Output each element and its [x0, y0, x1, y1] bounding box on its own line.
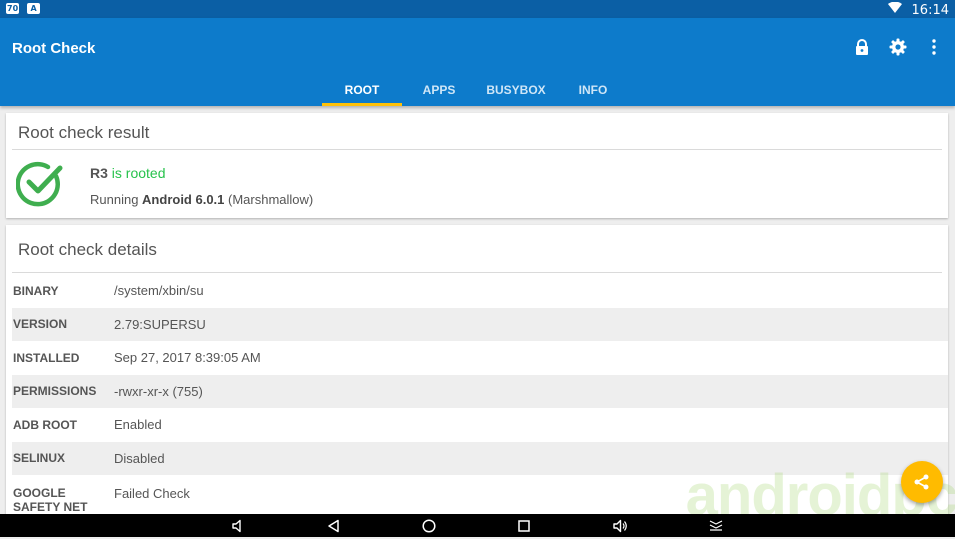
- android-version: Android 6.0.1: [142, 192, 225, 207]
- tab-indicator: [322, 103, 402, 106]
- row-key: GOOGLE SAFETY NET: [13, 486, 88, 514]
- result-card-title: Root check result: [18, 123, 150, 142]
- version-name: (Marshmallow): [224, 192, 314, 207]
- volume-up-icon[interactable]: [612, 518, 628, 534]
- status-bar: 70 A 16:14: [0, 0, 955, 18]
- running-prefix: Running: [90, 192, 143, 207]
- row-key: SELINUX: [13, 451, 66, 466]
- tab-apps[interactable]: APPS: [409, 74, 469, 106]
- row-key: VERSION: [13, 317, 68, 332]
- back-icon[interactable]: [326, 518, 342, 534]
- recents-icon[interactable]: [516, 518, 532, 534]
- expand-icon[interactable]: [708, 518, 724, 534]
- root-status-line: R3 is rooted: [90, 165, 166, 181]
- tab-info[interactable]: INFO: [565, 74, 621, 106]
- lock-icon[interactable]: [853, 38, 871, 56]
- row-value: 2.79:SUPERSU: [114, 316, 206, 332]
- table-row: BINARY /system/xbin/su: [12, 274, 948, 308]
- root-status: is rooted: [111, 165, 166, 181]
- row-value: Sep 27, 2017 8:39:05 AM: [114, 350, 261, 366]
- table-row: PERMISSIONS -rwxr-xr-x (755): [12, 374, 948, 408]
- row-value: /system/xbin/su: [114, 283, 204, 299]
- status-time: 16:14: [911, 2, 949, 18]
- navigation-bar: [0, 514, 955, 537]
- app-bar: Root Check ROOT APPS BUSYBOX INFO: [0, 18, 955, 106]
- divider: [12, 272, 942, 273]
- home-icon[interactable]: [421, 518, 437, 534]
- details-card-title: Root check details: [18, 240, 157, 259]
- table-row: INSTALLED Sep 27, 2017 8:39:05 AM: [12, 341, 948, 375]
- settings-icon[interactable]: [889, 38, 907, 56]
- volume-down-icon[interactable]: [230, 518, 246, 534]
- row-key: ADB ROOT: [13, 417, 77, 432]
- tab-root[interactable]: ROOT: [322, 74, 402, 106]
- share-icon: [914, 474, 929, 490]
- tab-busybox[interactable]: BUSYBOX: [478, 74, 554, 106]
- row-value: Enabled: [114, 417, 162, 433]
- tab-bar: ROOT APPS BUSYBOX INFO: [0, 74, 955, 106]
- row-key: PERMISSIONS: [13, 384, 97, 399]
- wifi-icon: [887, 1, 902, 19]
- row-value: Failed Check: [114, 486, 190, 501]
- share-button[interactable]: [901, 461, 943, 503]
- notification-badge: 70: [6, 3, 20, 14]
- table-row: ADB ROOT Enabled: [12, 408, 948, 442]
- row-key: BINARY: [13, 283, 59, 298]
- app-title: Root Check: [12, 40, 96, 57]
- check-circle-icon: [15, 159, 64, 207]
- row-value: Disabled: [114, 450, 165, 466]
- table-row: VERSION 2.79:SUPERSU: [12, 307, 948, 341]
- root-result-card: Root check result R3 is rooted Running A…: [6, 113, 948, 218]
- row-key: INSTALLED: [13, 350, 80, 365]
- android-version-line: Running Android 6.0.1 (Marshmallow): [90, 192, 313, 207]
- more-vert-icon[interactable]: [925, 38, 943, 56]
- row-value: -rwxr-xr-x (755): [114, 383, 203, 399]
- divider: [12, 149, 942, 150]
- notification-badge: A: [27, 3, 41, 14]
- device-name: R3: [90, 165, 108, 181]
